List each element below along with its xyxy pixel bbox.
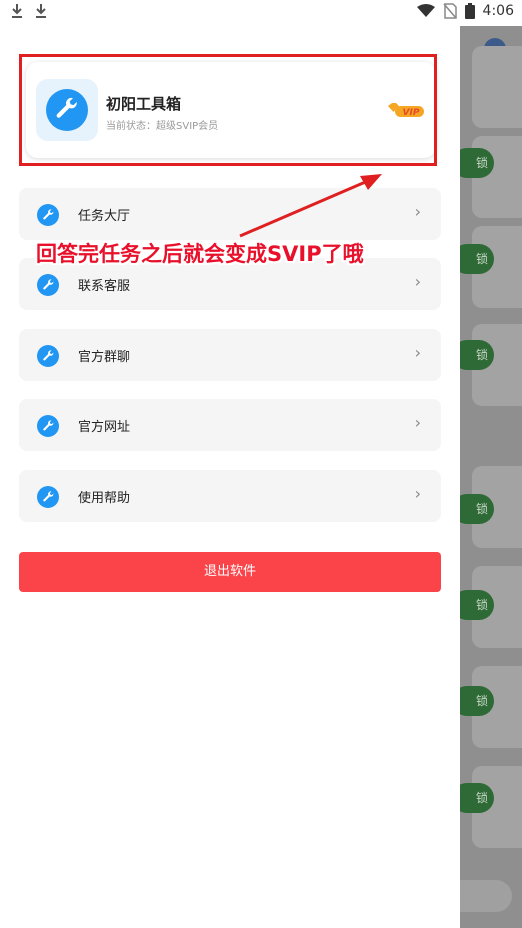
- menu-item-official-website[interactable]: 官方网址 ›: [19, 399, 441, 451]
- chevron-right-icon: ›: [414, 484, 421, 503]
- background-unlock-button: 锁: [460, 340, 494, 370]
- menu-item-label: 官方网址: [78, 420, 131, 435]
- wrench-icon: [37, 345, 59, 367]
- wrench-icon: [37, 486, 59, 508]
- menu-item-label: 使用帮助: [78, 491, 131, 506]
- menu-item-task-hall[interactable]: 任务大厅 ›: [19, 188, 441, 240]
- status-bar: 4:06: [0, 0, 522, 26]
- background-unlock-button: 锁: [460, 494, 494, 524]
- logout-button[interactable]: 退出软件: [19, 552, 441, 592]
- chevron-right-icon: ›: [414, 202, 421, 221]
- background-app-overlay[interactable]: 锁 锁 锁 锁 锁 锁 锁: [460, 26, 522, 928]
- background-bottom-bar: [460, 880, 512, 912]
- status-time: 4:06: [482, 3, 514, 19]
- download-icon: [12, 4, 22, 18]
- wifi-icon: [416, 4, 435, 17]
- menu-item-official-group[interactable]: 官方群聊 ›: [19, 329, 441, 381]
- menu-item-help[interactable]: 使用帮助 ›: [19, 470, 441, 522]
- background-unlock-button: 锁: [460, 148, 494, 178]
- battery-icon: [464, 3, 475, 19]
- background-unlock-button: 锁: [460, 244, 494, 274]
- background-unlock-button: 锁: [460, 686, 494, 716]
- wrench-icon: [37, 204, 59, 226]
- wrench-icon: [37, 274, 59, 296]
- wrench-icon: [37, 415, 59, 437]
- menu-item-label: 官方群聊: [78, 350, 131, 365]
- chevron-right-icon: ›: [414, 343, 421, 362]
- background-card: [472, 46, 522, 128]
- navigation-drawer: 初阳工具箱 当前状态：超级SVIP会员 VIP 任务大厅 › 联系客服 › 官方…: [0, 26, 460, 928]
- background-unlock-button: 锁: [460, 783, 494, 813]
- annotation-text: 回答完任务之后就会变成SVIP了哦: [36, 242, 364, 266]
- annotation-highlight-box: [19, 54, 437, 166]
- download-icon: [36, 4, 46, 18]
- chevron-right-icon: ›: [414, 272, 421, 291]
- no-sim-icon: [442, 3, 457, 19]
- menu-item-label: 联系客服: [78, 279, 131, 294]
- menu-item-label: 任务大厅: [78, 209, 131, 224]
- chevron-right-icon: ›: [414, 413, 421, 432]
- background-unlock-button: 锁: [460, 590, 494, 620]
